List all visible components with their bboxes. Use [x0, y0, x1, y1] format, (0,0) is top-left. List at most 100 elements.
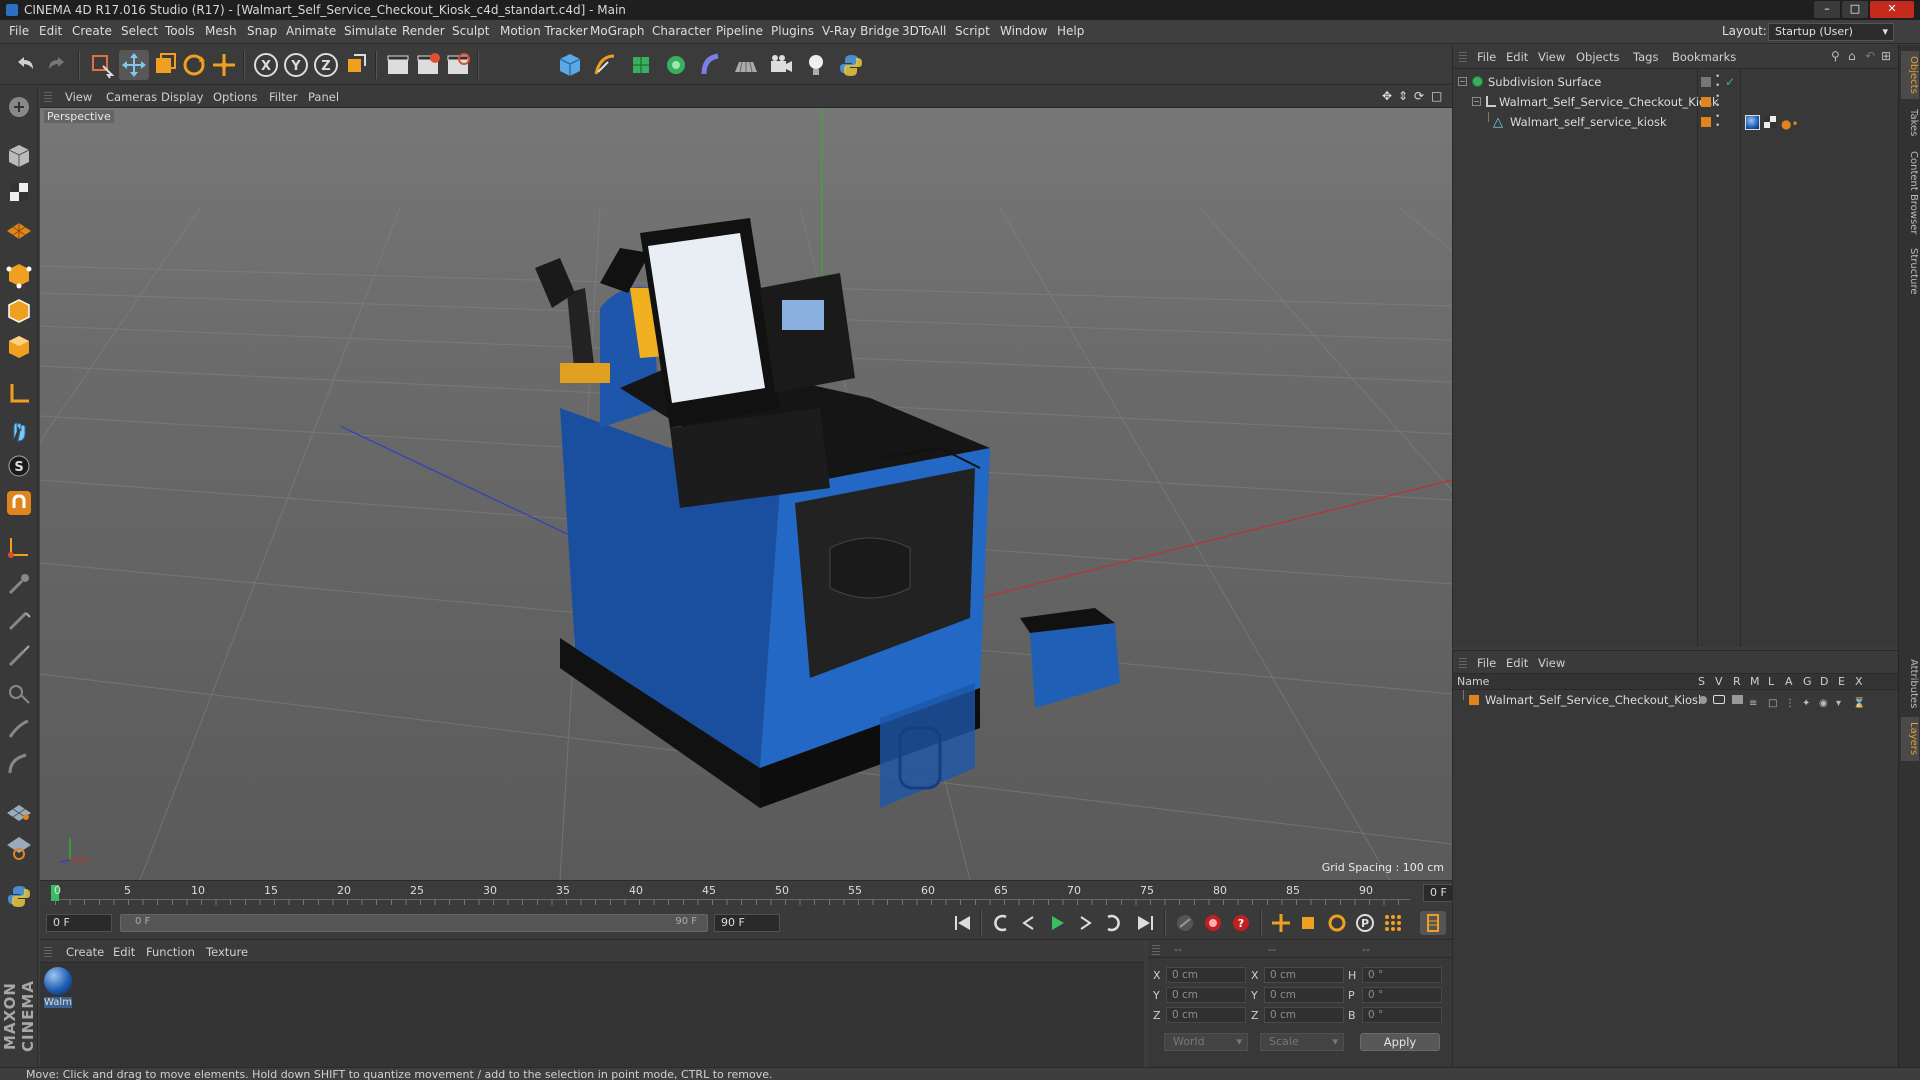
obj-menu-bookmarks[interactable]: Bookmarks [1672, 50, 1736, 64]
mat-menu-function[interactable]: Function [146, 945, 195, 959]
transform-tool-button[interactable] [209, 50, 239, 80]
tab-objects[interactable]: Objects [1901, 51, 1919, 99]
render-settings-button[interactable] [443, 50, 473, 80]
generator-icon[interactable]: ✦ [1802, 694, 1810, 714]
tab-attributes[interactable]: Attributes [1901, 655, 1919, 713]
tab-takes[interactable]: Takes [1901, 103, 1919, 143]
rot-h-field[interactable]: 0 ° [1362, 967, 1442, 983]
bridge-tool-button[interactable] [4, 677, 34, 707]
subdivision-surface-button[interactable] [626, 50, 656, 80]
menu-create[interactable]: Create [72, 24, 112, 38]
pos-y-field[interactable]: 0 cm [1166, 987, 1246, 1003]
layer-col-animation[interactable]: A [1785, 674, 1793, 690]
texture-mode-button[interactable] [4, 177, 34, 207]
live-selection-button[interactable] [86, 50, 116, 80]
layer-col-locked[interactable]: L [1768, 674, 1774, 690]
camera-object-button[interactable] [766, 50, 796, 80]
rot-b-field[interactable]: 0 ° [1362, 1007, 1442, 1023]
menu-simulate[interactable]: Simulate [344, 24, 397, 38]
viewport-camera-label[interactable]: Perspective [44, 110, 114, 123]
layer-col-view[interactable]: V [1715, 674, 1723, 690]
tab-content-browser[interactable]: Content Browser [1901, 147, 1919, 239]
motion-record-button[interactable] [1172, 911, 1198, 935]
obj-menu-objects[interactable]: Objects [1576, 50, 1619, 64]
key-scale-button[interactable] [1296, 911, 1322, 935]
menu-3dtoall[interactable]: 3DToAll [902, 24, 946, 38]
uv-checker-button[interactable] [4, 795, 34, 825]
pos-x-field[interactable]: 0 cm [1166, 967, 1246, 983]
expression-icon[interactable]: ▾ [1836, 694, 1841, 714]
undo-button[interactable] [10, 50, 40, 80]
layer-col-solo[interactable]: S [1698, 674, 1705, 690]
uv-transform-button[interactable] [4, 831, 34, 861]
extrude-tool-button[interactable] [4, 713, 34, 743]
tab-layers[interactable]: Layers [1901, 717, 1919, 761]
previous-frame-button[interactable] [1016, 911, 1042, 935]
layer-col-generators[interactable]: G [1803, 674, 1812, 690]
menu-help[interactable]: Help [1057, 24, 1084, 38]
snap-button[interactable]: S [4, 451, 34, 481]
vp-menu-cameras[interactable]: Cameras [106, 90, 157, 104]
maximize-button[interactable]: □ [1842, 1, 1868, 18]
brush-tool-button[interactable] [4, 569, 34, 599]
model-mode-button[interactable] [4, 141, 34, 171]
apply-button[interactable]: Apply [1360, 1033, 1440, 1051]
manager-icon[interactable]: ≡ [1749, 694, 1757, 714]
coordinate-system-button[interactable] [341, 50, 371, 80]
bevel-tool-button[interactable] [4, 749, 34, 779]
record-active-button[interactable] [1200, 911, 1226, 935]
move-tool-button[interactable] [119, 50, 149, 80]
obj-menu-tags[interactable]: Tags [1633, 50, 1658, 64]
perspective-viewport[interactable]: Perspective Grid Spacing : 100 cm [40, 108, 1452, 880]
menu-animate[interactable]: Animate [286, 24, 336, 38]
range-slider[interactable]: 0 F 90 F [120, 914, 708, 932]
python-console-button[interactable] [4, 881, 34, 911]
tweak-mode-button[interactable] [4, 415, 34, 445]
menu-render[interactable]: Render [402, 24, 445, 38]
material-manager-area[interactable]: Walm [40, 963, 1144, 1067]
layer-col-manager[interactable]: M [1750, 674, 1760, 690]
enabled-check-icon[interactable]: ✓ [1725, 72, 1735, 92]
vp-menu-panel[interactable]: Panel [308, 90, 339, 104]
size-mode-select[interactable]: Scale ▾ [1260, 1033, 1344, 1051]
previous-key-button[interactable] [988, 911, 1014, 935]
mat-menu-create[interactable]: Create [66, 945, 104, 959]
obj-menu-file[interactable]: File [1477, 50, 1496, 64]
object-row-subdivision-surface[interactable]: − Subdivision Surface • • ✓ [1453, 72, 1899, 92]
pos-z-field[interactable]: 0 cm [1166, 1007, 1246, 1023]
render-icon[interactable] [1732, 695, 1743, 704]
knife-tool-button[interactable] [4, 605, 34, 635]
minimize-button[interactable]: – [1814, 1, 1840, 18]
layer-row[interactable]: Walmart_Self_Service_Checkout_Kiosk ≡ □ … [1453, 690, 1899, 710]
floor-object-button[interactable] [731, 50, 761, 80]
collapse-toggle[interactable]: − [1458, 77, 1467, 86]
axis-mode-button[interactable] [4, 379, 34, 409]
rotate-tool-button[interactable] [179, 50, 209, 80]
make-editable-button[interactable] [4, 92, 34, 122]
viewport-maximize-icon[interactable]: □ [1431, 89, 1442, 103]
x-axis-lock-button[interactable]: X [251, 50, 281, 80]
z-axis-lock-button[interactable]: Z [311, 50, 341, 80]
layer-col-render[interactable]: R [1733, 674, 1741, 690]
object-row-self-service-kiosk[interactable]: △ Walmart_self_service_kiosk • • ●• [1453, 112, 1899, 132]
next-frame-button[interactable] [1072, 911, 1098, 935]
key-rotation-button[interactable] [1324, 911, 1350, 935]
start-frame-field[interactable]: 0 F [46, 914, 112, 932]
menu-pipeline[interactable]: Pipeline [716, 24, 763, 38]
vp-menu-view[interactable]: View [65, 90, 92, 104]
menu-motion-tracker[interactable]: Motion Tracker [500, 24, 588, 38]
menu-character[interactable]: Character [652, 24, 711, 38]
material-swatch[interactable]: Walm [44, 967, 72, 1009]
phong-tag-icon[interactable]: ●• [1781, 114, 1799, 134]
layout-select[interactable]: Startup (User) ▾ [1768, 23, 1894, 41]
new-view-icon[interactable]: ⊞ [1881, 49, 1891, 63]
light-object-button[interactable] [801, 50, 831, 80]
menu-snap[interactable]: Snap [247, 24, 277, 38]
play-button[interactable] [1044, 911, 1070, 935]
animation-icon[interactable]: ⋮ [1785, 694, 1795, 714]
layer-col-xref[interactable]: X [1855, 674, 1863, 690]
size-x-field[interactable]: 0 cm [1264, 967, 1344, 983]
back-icon[interactable]: ↶ [1865, 49, 1875, 63]
menu-sculpt[interactable]: Sculpt [452, 24, 489, 38]
menu-select[interactable]: Select [121, 24, 158, 38]
